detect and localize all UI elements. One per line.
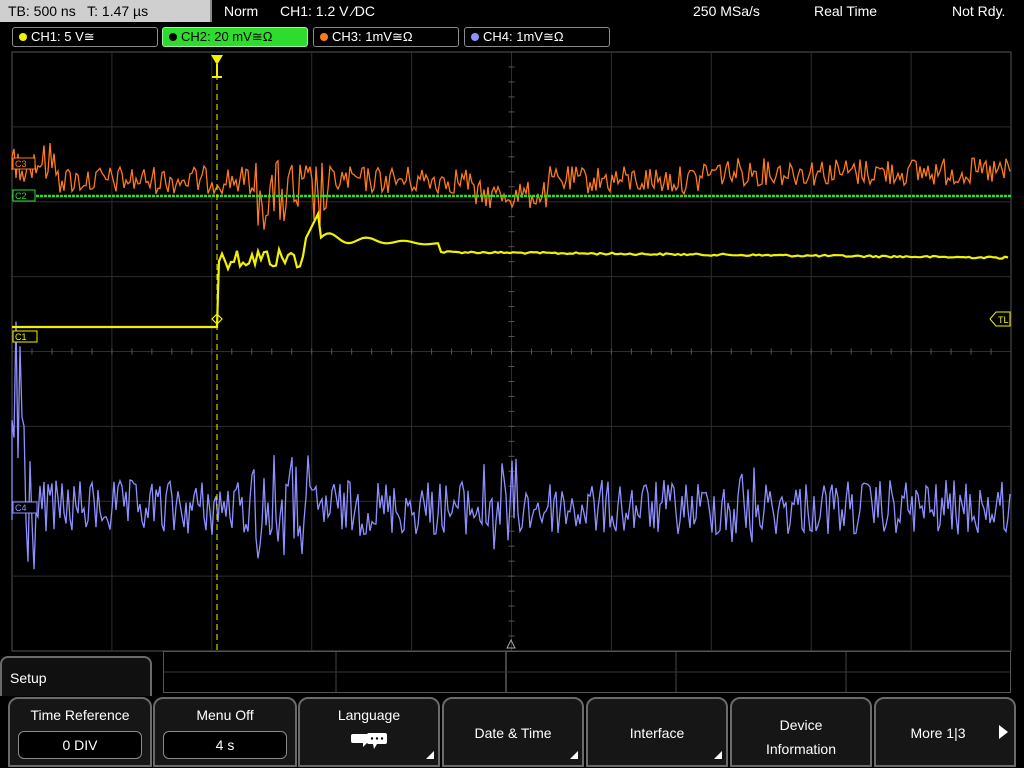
ch1-trace bbox=[12, 210, 1009, 329]
ch2-offset-marker[interactable]: C2 bbox=[12, 189, 36, 202]
softkey-label-line1: Device bbox=[779, 717, 823, 733]
waveform-display[interactable]: TL C1 C2 C3 C4 bbox=[0, 0, 1024, 700]
trigger-position-icon[interactable] bbox=[211, 55, 223, 78]
softkey-label: Device Information bbox=[732, 713, 870, 761]
language-softkey[interactable]: Language bbox=[298, 697, 440, 767]
svg-text:C1: C1 bbox=[15, 332, 27, 342]
softkey-label: More 1|3 bbox=[910, 725, 966, 741]
menu-title: Setup bbox=[0, 656, 152, 696]
interface-softkey[interactable]: Interface bbox=[586, 697, 728, 767]
trigger-level-label: TL bbox=[998, 315, 1009, 325]
submenu-corner-icon bbox=[426, 751, 434, 759]
ch1-offset-marker[interactable]: C1 bbox=[12, 330, 38, 343]
time-reference-value[interactable]: 0 DIV bbox=[18, 731, 142, 759]
svg-text:C2: C2 bbox=[15, 191, 27, 201]
submenu-corner-icon bbox=[714, 751, 722, 759]
softkey-label-line2: Information bbox=[765, 741, 837, 757]
trigger-level-marker[interactable]: TL bbox=[989, 311, 1011, 327]
ch4-offset-marker[interactable]: C4 bbox=[12, 501, 38, 514]
svg-text:C3: C3 bbox=[15, 159, 27, 169]
more-softkey[interactable]: More 1|3 bbox=[874, 697, 1016, 767]
softkey-label: Date & Time bbox=[474, 725, 552, 741]
menu-off-softkey[interactable]: Menu Off 4 s bbox=[153, 697, 297, 767]
svg-text:C4: C4 bbox=[15, 503, 27, 513]
speech-bubbles-icon bbox=[351, 733, 387, 749]
date-time-softkey[interactable]: Date & Time bbox=[442, 697, 584, 767]
zoom-overview-strip[interactable] bbox=[163, 651, 1011, 693]
time-reference-softkey[interactable]: Time Reference 0 DIV bbox=[8, 697, 152, 767]
ch3-offset-marker[interactable]: C3 bbox=[12, 157, 36, 170]
softkey-label: Time Reference bbox=[30, 707, 130, 723]
softkey-label: Menu Off bbox=[196, 707, 254, 723]
submenu-corner-icon bbox=[570, 751, 578, 759]
softkey-label: Language bbox=[337, 707, 401, 723]
graticule bbox=[11, 51, 1012, 652]
chevron-right-icon bbox=[999, 725, 1008, 739]
menu-off-value[interactable]: 4 s bbox=[163, 731, 287, 759]
softkey-label: Interface bbox=[629, 725, 685, 741]
device-information-softkey[interactable]: Device Information bbox=[730, 697, 872, 767]
